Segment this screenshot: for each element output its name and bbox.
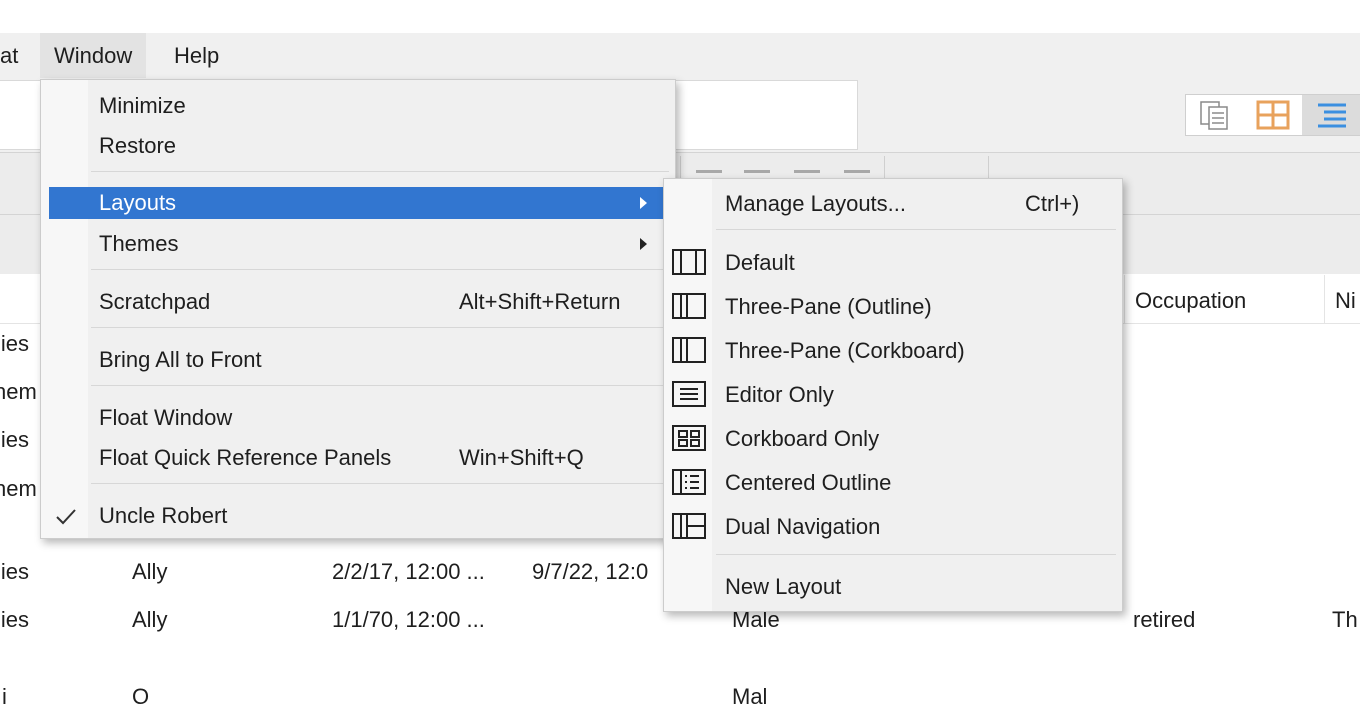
layout-corkboard-only-icon: [672, 425, 706, 451]
menu-item-restore[interactable]: Restore: [99, 130, 176, 162]
menu-item-scratchpad[interactable]: Scratchpad: [99, 286, 210, 318]
align-right-icon[interactable]: [794, 170, 820, 173]
menu-item-layout-centered-outline[interactable]: Centered Outline: [725, 467, 891, 499]
table-cell: retired: [1133, 607, 1196, 632]
window-menu: Minimize Restore Layouts Themes Scratchp…: [40, 79, 676, 539]
menu-separator: [91, 327, 669, 328]
menu-separator: [91, 269, 669, 270]
menu-item-layouts[interactable]: Layouts: [49, 187, 671, 219]
checkmark-icon: [56, 509, 76, 525]
menu-separator: [91, 171, 669, 172]
menu-item-manage-layouts[interactable]: Manage Layouts...: [725, 188, 906, 220]
menu-separator: [716, 229, 1116, 230]
layout-centered-outline-icon: [672, 469, 706, 495]
column-header-occupation[interactable]: Occupation: [1124, 275, 1324, 323]
view-mode-group: [1185, 94, 1360, 136]
table-cell: 2/2/17, 12:00 ...: [332, 559, 485, 584]
align-center-icon[interactable]: [744, 170, 770, 173]
menu-bar: at Window Help: [0, 33, 1360, 78]
menu-item-new-layout[interactable]: New Layout: [725, 571, 841, 603]
menu-separator: [91, 385, 669, 386]
menu-gutter: [41, 80, 88, 538]
menu-help[interactable]: Help: [160, 33, 233, 78]
layout-default-icon: [672, 249, 706, 275]
column-header-nickname[interactable]: Ni: [1324, 275, 1360, 323]
menu-shortcut: Win+Shift+Q: [459, 445, 584, 470]
table-cell: i: [2, 684, 7, 709]
table-cell: lies: [0, 607, 30, 632]
menu-item-minimize[interactable]: Minimize: [99, 90, 186, 122]
submenu-arrow-icon: [640, 238, 647, 250]
justify-icon[interactable]: [844, 170, 870, 173]
menu-separator: [716, 554, 1116, 555]
layout-dual-navigation-icon: [672, 513, 706, 539]
table-cell: Th: [1332, 607, 1358, 632]
layout-three-pane-corkboard-icon: [672, 337, 706, 363]
search-field[interactable]: [675, 80, 858, 150]
align-left-icon[interactable]: [696, 170, 722, 173]
menu-item-layout-dual-navigation[interactable]: Dual Navigation: [725, 511, 880, 543]
menu-item-bring-all-to-front[interactable]: Bring All to Front: [99, 344, 262, 376]
outline-view-button[interactable]: [1302, 95, 1360, 135]
table-cell: 1/1/70, 12:00 ...: [332, 607, 485, 632]
menu-item-themes[interactable]: Themes: [99, 228, 178, 260]
table-cell: nem: [0, 379, 37, 404]
menu-separator: [91, 483, 669, 484]
table-cell: lies: [0, 427, 30, 452]
menu-item-layout-editor-only[interactable]: Editor Only: [725, 379, 834, 411]
layout-three-pane-outline-icon: [672, 293, 706, 319]
menu-item-layout-three-pane-outline[interactable]: Three-Pane (Outline): [725, 291, 932, 323]
search-field-left[interactable]: [0, 80, 40, 150]
menu-item-float-window[interactable]: Float Window: [99, 402, 232, 434]
layouts-submenu: Manage Layouts... Ctrl+) Default Three-P…: [663, 178, 1123, 612]
menu-item-layouts-label: Layouts: [99, 190, 177, 215]
menu-shortcut: Ctrl+): [1025, 191, 1080, 216]
table-cell: 9/7/22, 12:0: [532, 559, 649, 584]
menu-item-float-quick-reference[interactable]: Float Quick Reference Panels: [99, 442, 391, 474]
table-cell: Ally: [132, 559, 168, 584]
document-view-icon: [1200, 101, 1228, 130]
menu-shortcut: Alt+Shift+Return: [459, 289, 621, 314]
menu-item-layout-default[interactable]: Default: [725, 247, 795, 279]
menu-item-layout-three-pane-corkboard[interactable]: Three-Pane (Corkboard): [725, 335, 965, 367]
menu-item-uncle-robert[interactable]: Uncle Robert: [99, 500, 227, 532]
submenu-arrow-icon: [640, 197, 647, 209]
corkboard-view-icon: [1256, 100, 1290, 130]
table-cell: O: [132, 684, 150, 709]
menu-window[interactable]: Window: [40, 33, 147, 78]
layout-editor-only-icon: [672, 381, 706, 407]
table-cell: Mal: [732, 684, 768, 709]
outline-view-icon: [1318, 103, 1346, 128]
menu-item-layout-corkboard-only[interactable]: Corkboard Only: [725, 423, 879, 455]
corkboard-view-button[interactable]: [1244, 95, 1302, 135]
table-cell: lies: [0, 559, 30, 584]
table-cell: Ally: [132, 607, 168, 632]
document-view-button[interactable]: [1186, 95, 1244, 135]
table-cell: nem: [0, 476, 37, 501]
table-cell: lies: [0, 331, 30, 356]
menu-format[interactable]: at: [0, 33, 32, 78]
